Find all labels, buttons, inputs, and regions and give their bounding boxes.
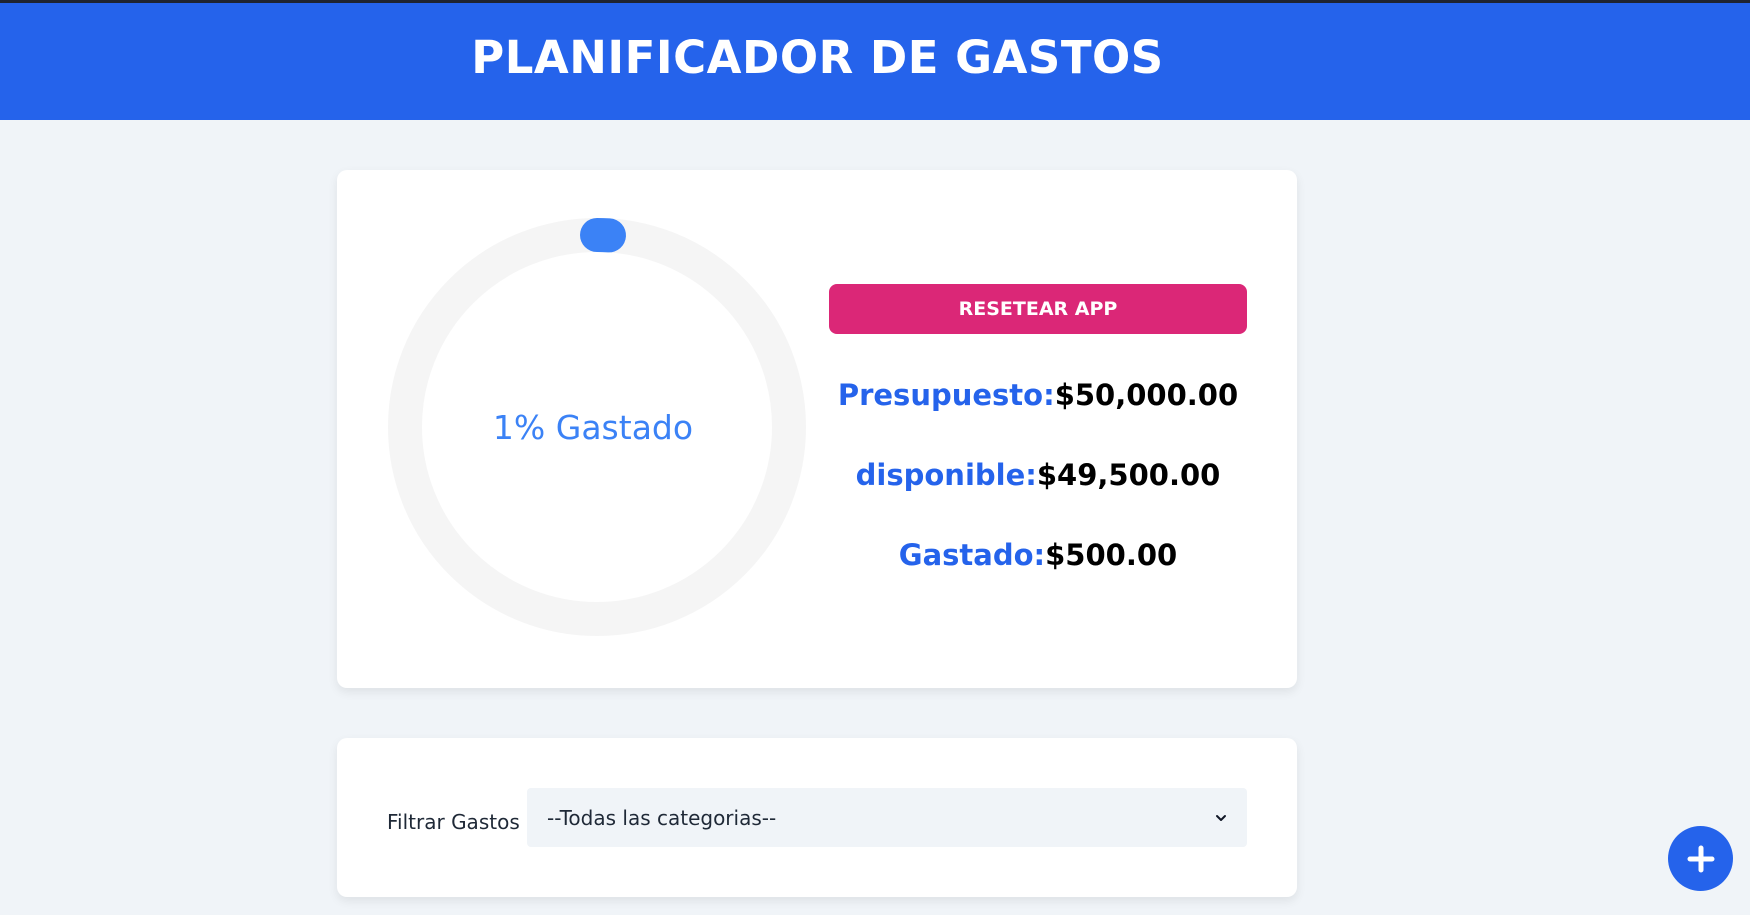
filter-selected-value: --Todas las categorias--	[547, 805, 777, 830]
available-value: $49,500.00	[1036, 458, 1221, 492]
spent-value: $500.00	[1045, 538, 1178, 572]
category-filter-select[interactable]: --Todas las categorias--	[527, 788, 1247, 847]
spent-stat: Gastado:$500.00	[829, 538, 1247, 572]
available-label: disponible:	[855, 458, 1037, 492]
budget-stat: Presupuesto:$50,000.00	[829, 378, 1247, 412]
budget-label: Presupuesto:	[837, 378, 1055, 412]
add-expense-button[interactable]	[1668, 826, 1733, 891]
plus-icon	[1687, 845, 1714, 872]
budget-value: $50,000.00	[1054, 378, 1239, 412]
budget-card: 1% Gastado RESETEAR APP Presupuesto:$50,…	[337, 170, 1297, 688]
progress-label: 1% Gastado	[492, 407, 694, 447]
app-header: PLANIFICADOR DE GASTOS	[0, 3, 1750, 120]
filter-card: Filtrar Gastos --Todas las categorias--	[337, 738, 1297, 897]
page-title: PLANIFICADOR DE GASTOS	[471, 31, 1164, 84]
available-stat: disponible:$49,500.00	[829, 458, 1247, 492]
filter-label: Filtrar Gastos	[387, 810, 520, 834]
chevron-down-icon	[1216, 814, 1226, 821]
spent-label: Gastado:	[898, 538, 1046, 572]
reset-app-button[interactable]: RESETEAR APP	[829, 284, 1247, 334]
budget-progress-circle: 1% Gastado	[387, 217, 807, 637]
